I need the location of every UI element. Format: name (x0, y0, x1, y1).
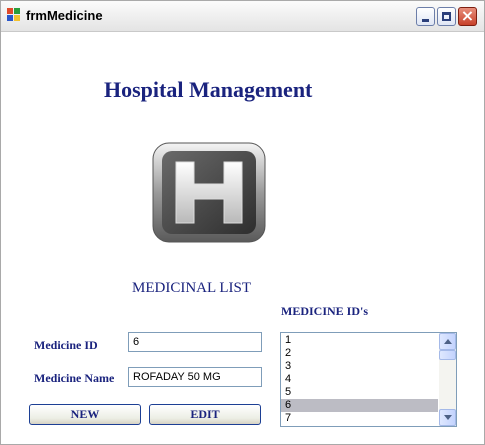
title-bar[interactable]: frmMedicine × (1, 1, 484, 32)
list-item[interactable]: 1 (281, 334, 438, 347)
close-button[interactable]: × (458, 6, 477, 26)
medicine-name-field[interactable]: ROFADAY 50 MG (128, 367, 262, 387)
edit-button[interactable]: EDIT (149, 404, 261, 425)
medicine-id-listbox[interactable]: 1 2 3 4 5 6 7 (280, 332, 457, 427)
list-item[interactable]: 7 (281, 412, 438, 425)
arrow-up-icon (444, 339, 452, 344)
maximize-button[interactable] (437, 7, 456, 26)
scroll-up-button[interactable] (439, 333, 456, 350)
medicine-id-label: Medicine ID (34, 338, 98, 352)
arrow-down-icon (444, 415, 452, 420)
page-title: Hospital Management (104, 77, 313, 102)
medicine-ids-heading: MEDICINE ID's (281, 304, 369, 318)
minimize-button[interactable] (416, 7, 435, 26)
medicine-id-list: 1 2 3 4 5 6 7 (281, 334, 438, 425)
window-title: frmMedicine (26, 8, 103, 23)
maximize-icon (442, 12, 451, 21)
new-button[interactable]: NEW (29, 404, 141, 425)
scroll-thumb[interactable] (439, 350, 456, 360)
medicine-id-field[interactable]: 6 (128, 332, 262, 352)
list-item[interactable]: 5 (281, 386, 438, 399)
list-item[interactable]: 3 (281, 360, 438, 373)
hospital-logo-icon (152, 142, 266, 243)
medicinal-list-heading: MEDICINAL LIST (132, 280, 252, 296)
list-item[interactable]: 4 (281, 373, 438, 386)
list-item-selected[interactable]: 6 (281, 399, 438, 412)
medicine-name-label: Medicine Name (34, 371, 115, 385)
list-item[interactable]: 2 (281, 347, 438, 360)
window: frmMedicine × Hospital Management MEDICI (0, 0, 485, 445)
listbox-scrollbar[interactable] (439, 333, 456, 426)
minimize-icon (422, 19, 429, 22)
close-icon: × (460, 6, 475, 25)
scroll-down-button[interactable] (439, 409, 456, 426)
app-window-icon[interactable] (7, 8, 21, 22)
